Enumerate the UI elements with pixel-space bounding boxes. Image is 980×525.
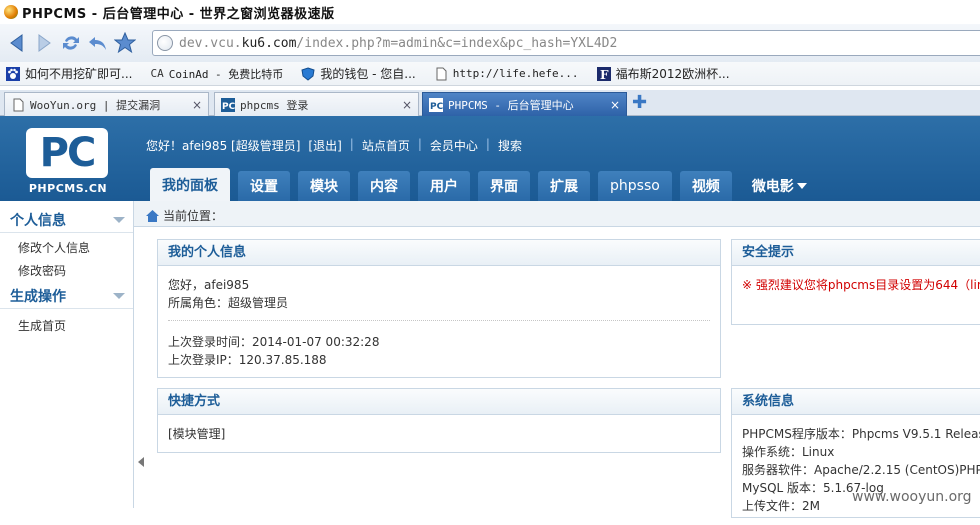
nav-my-panel[interactable]: 我的面板 (150, 168, 230, 201)
watermark: www.wooyun.org (852, 489, 972, 505)
role-text: 所属角色：超级管理员 (168, 296, 289, 310)
nav-modules[interactable]: 模块 (298, 171, 350, 201)
system-info-line: PHPCMS程序版本：Phpcms V9.5.1 Release 2 (742, 427, 980, 441)
search-link[interactable]: 搜索 (498, 137, 522, 154)
star-icon (114, 32, 136, 54)
last-login-time: 上次登录时间：2014-01-07 00:32:28 (168, 335, 380, 349)
back-arrow-icon (10, 34, 23, 52)
panel-title: 我的个人信息 (158, 240, 720, 266)
svg-text:F: F (600, 68, 609, 81)
bookmark-item[interactable]: 如何不用挖矿即可... (6, 65, 132, 82)
address-bar[interactable]: dev.vcu.ku6.com/index.php?m=admin&c=inde… (152, 30, 980, 56)
top-links: 您好！afei985 [超级管理员] [退出] | 站点首页 | 会员中心 | … (146, 137, 522, 154)
sidebar-item-generate-home[interactable]: 生成首页 (0, 315, 133, 338)
tab-phpcms-admin[interactable]: PC PHPCMS - 后台管理中心 × (422, 92, 627, 116)
favorite-button[interactable] (112, 30, 138, 56)
sidebar-item-edit-profile[interactable]: 修改个人信息 (0, 237, 133, 260)
sidebar-section-generate[interactable]: 生成操作 (0, 283, 133, 309)
back-button[interactable] (4, 30, 30, 56)
window-titlebar: PHPCMS - 后台管理中心 - 世界之窗浏览器极速版 (0, 0, 980, 24)
user-greeting: 您好！afei985 [超级管理员] (146, 139, 301, 153)
address-url: dev.vcu.ku6.com/index.php?m=admin&c=inde… (179, 35, 618, 51)
f-icon: F (596, 66, 611, 82)
pc-favicon-icon: PC (429, 97, 444, 112)
sidebar-item-change-password[interactable]: 修改密码 (0, 260, 133, 283)
my-info-panel: 我的个人信息 您好，afei985 所属角色：超级管理员 上次登录时间：2014… (157, 239, 721, 378)
sidebar-toggle-icon[interactable] (138, 457, 144, 467)
nav-users[interactable]: 用户 (418, 171, 470, 201)
admin-header: PC PHPCMS.CN 您好！afei985 [超级管理员] [退出] | 站… (0, 116, 980, 201)
panel-title: 系统信息 (732, 389, 980, 415)
globe-icon (157, 35, 173, 51)
system-info-line: 操作系统：Linux (742, 445, 835, 459)
nav-interface[interactable]: 界面 (478, 171, 530, 201)
new-tab-icon[interactable]: ✚ (632, 94, 647, 112)
shortcuts-panel: 快捷方式 [模块管理] (157, 388, 721, 453)
forward-button[interactable] (31, 30, 57, 56)
phpcms-logo[interactable]: PC PHPCMS.CN (22, 128, 114, 198)
hello-text: 您好，afei985 (168, 278, 250, 292)
site-home-link[interactable]: 站点首页 (362, 137, 410, 154)
nav-settings[interactable]: 设置 (238, 171, 290, 201)
tab-close-icon[interactable]: × (192, 98, 202, 112)
tab-close-icon[interactable]: × (402, 98, 412, 112)
bookmark-item[interactable]: CA CoinAd - 免费比特币 (150, 66, 283, 82)
bookmark-item[interactable]: 我的钱包 - 您自... (301, 65, 416, 82)
window-title: PHPCMS - 后台管理中心 - 世界之窗浏览器极速版 (22, 6, 335, 22)
undo-icon (89, 37, 106, 50)
nav-content[interactable]: 内容 (358, 171, 410, 201)
nav-phpsso[interactable]: phpsso (598, 171, 672, 201)
breadcrumb-bar: 当前位置： (0, 201, 980, 227)
divider (168, 320, 710, 321)
home-icon (146, 209, 159, 222)
security-warning: ※ 强烈建议您将phpcms目录设置为644（linux (742, 278, 980, 292)
refresh-icon (63, 36, 79, 50)
browser-navbar: dev.vcu.ku6.com/index.php?m=admin&c=inde… (0, 24, 980, 62)
svg-text:PC: PC (222, 102, 235, 112)
logout-link[interactable]: [退出] (308, 137, 341, 154)
tab-phpcms-login[interactable]: PC phpcms 登录 × (214, 92, 419, 116)
member-center-link[interactable]: 会员中心 (430, 137, 478, 154)
shield-icon (301, 66, 315, 81)
main-nav: 我的面板 设置 模块 内容 用户 界面 扩展 phpsso 视频 微电影 (150, 168, 827, 201)
nav-video[interactable]: 视频 (679, 171, 732, 201)
sidebar: 个人信息 修改个人信息 修改密码 生成操作 生成首页 (0, 201, 134, 508)
pc-favicon-icon: PC (221, 97, 236, 112)
collapse-triangle-icon (113, 216, 125, 223)
page-icon (11, 98, 25, 112)
refresh-button[interactable] (58, 30, 84, 56)
collapse-triangle-icon (113, 292, 125, 299)
undo-close-button[interactable] (85, 30, 111, 56)
breadcrumb: 当前位置： (146, 207, 223, 224)
dropdown-caret-icon (796, 183, 807, 189)
tab-wooyun[interactable]: WooYun.org | 提交漏洞 × (4, 92, 209, 116)
svg-text:PC: PC (430, 102, 443, 112)
tab-strip: WooYun.org | 提交漏洞 × PC phpcms 登录 × PC PH… (0, 90, 980, 116)
shortcut-module-manage[interactable]: [模块管理] (168, 425, 710, 443)
nav-extensions[interactable]: 扩展 (538, 171, 590, 201)
sidebar-section-personal[interactable]: 个人信息 (0, 207, 133, 233)
paw-icon (6, 66, 20, 81)
nav-micro-film[interactable]: 微电影 (740, 171, 819, 201)
forward-arrow-icon (38, 34, 51, 52)
panel-title: 快捷方式 (158, 389, 720, 415)
ca-icon: CA (150, 66, 164, 80)
security-panel: 安全提示 ※ 强烈建议您将phpcms目录设置为644（linux (731, 239, 980, 325)
bookmark-item[interactable]: http://life.hefe... (434, 67, 579, 81)
bookmarks-bar: 如何不用挖矿即可... CA CoinAd - 免费比特币 我的钱包 - 您自.… (0, 62, 980, 86)
tab-close-icon[interactable]: × (610, 98, 620, 112)
page-icon (434, 67, 448, 81)
system-info-line: 服务器软件：Apache/2.2.15 (CentOS)PHP/5 (742, 463, 980, 477)
last-login-ip: 上次登录IP：120.37.85.188 (168, 353, 327, 367)
bookmark-item[interactable]: F 福布斯2012欧洲杯... (596, 65, 730, 82)
panel-title: 安全提示 (732, 240, 980, 266)
browser-logo-icon (4, 5, 18, 19)
